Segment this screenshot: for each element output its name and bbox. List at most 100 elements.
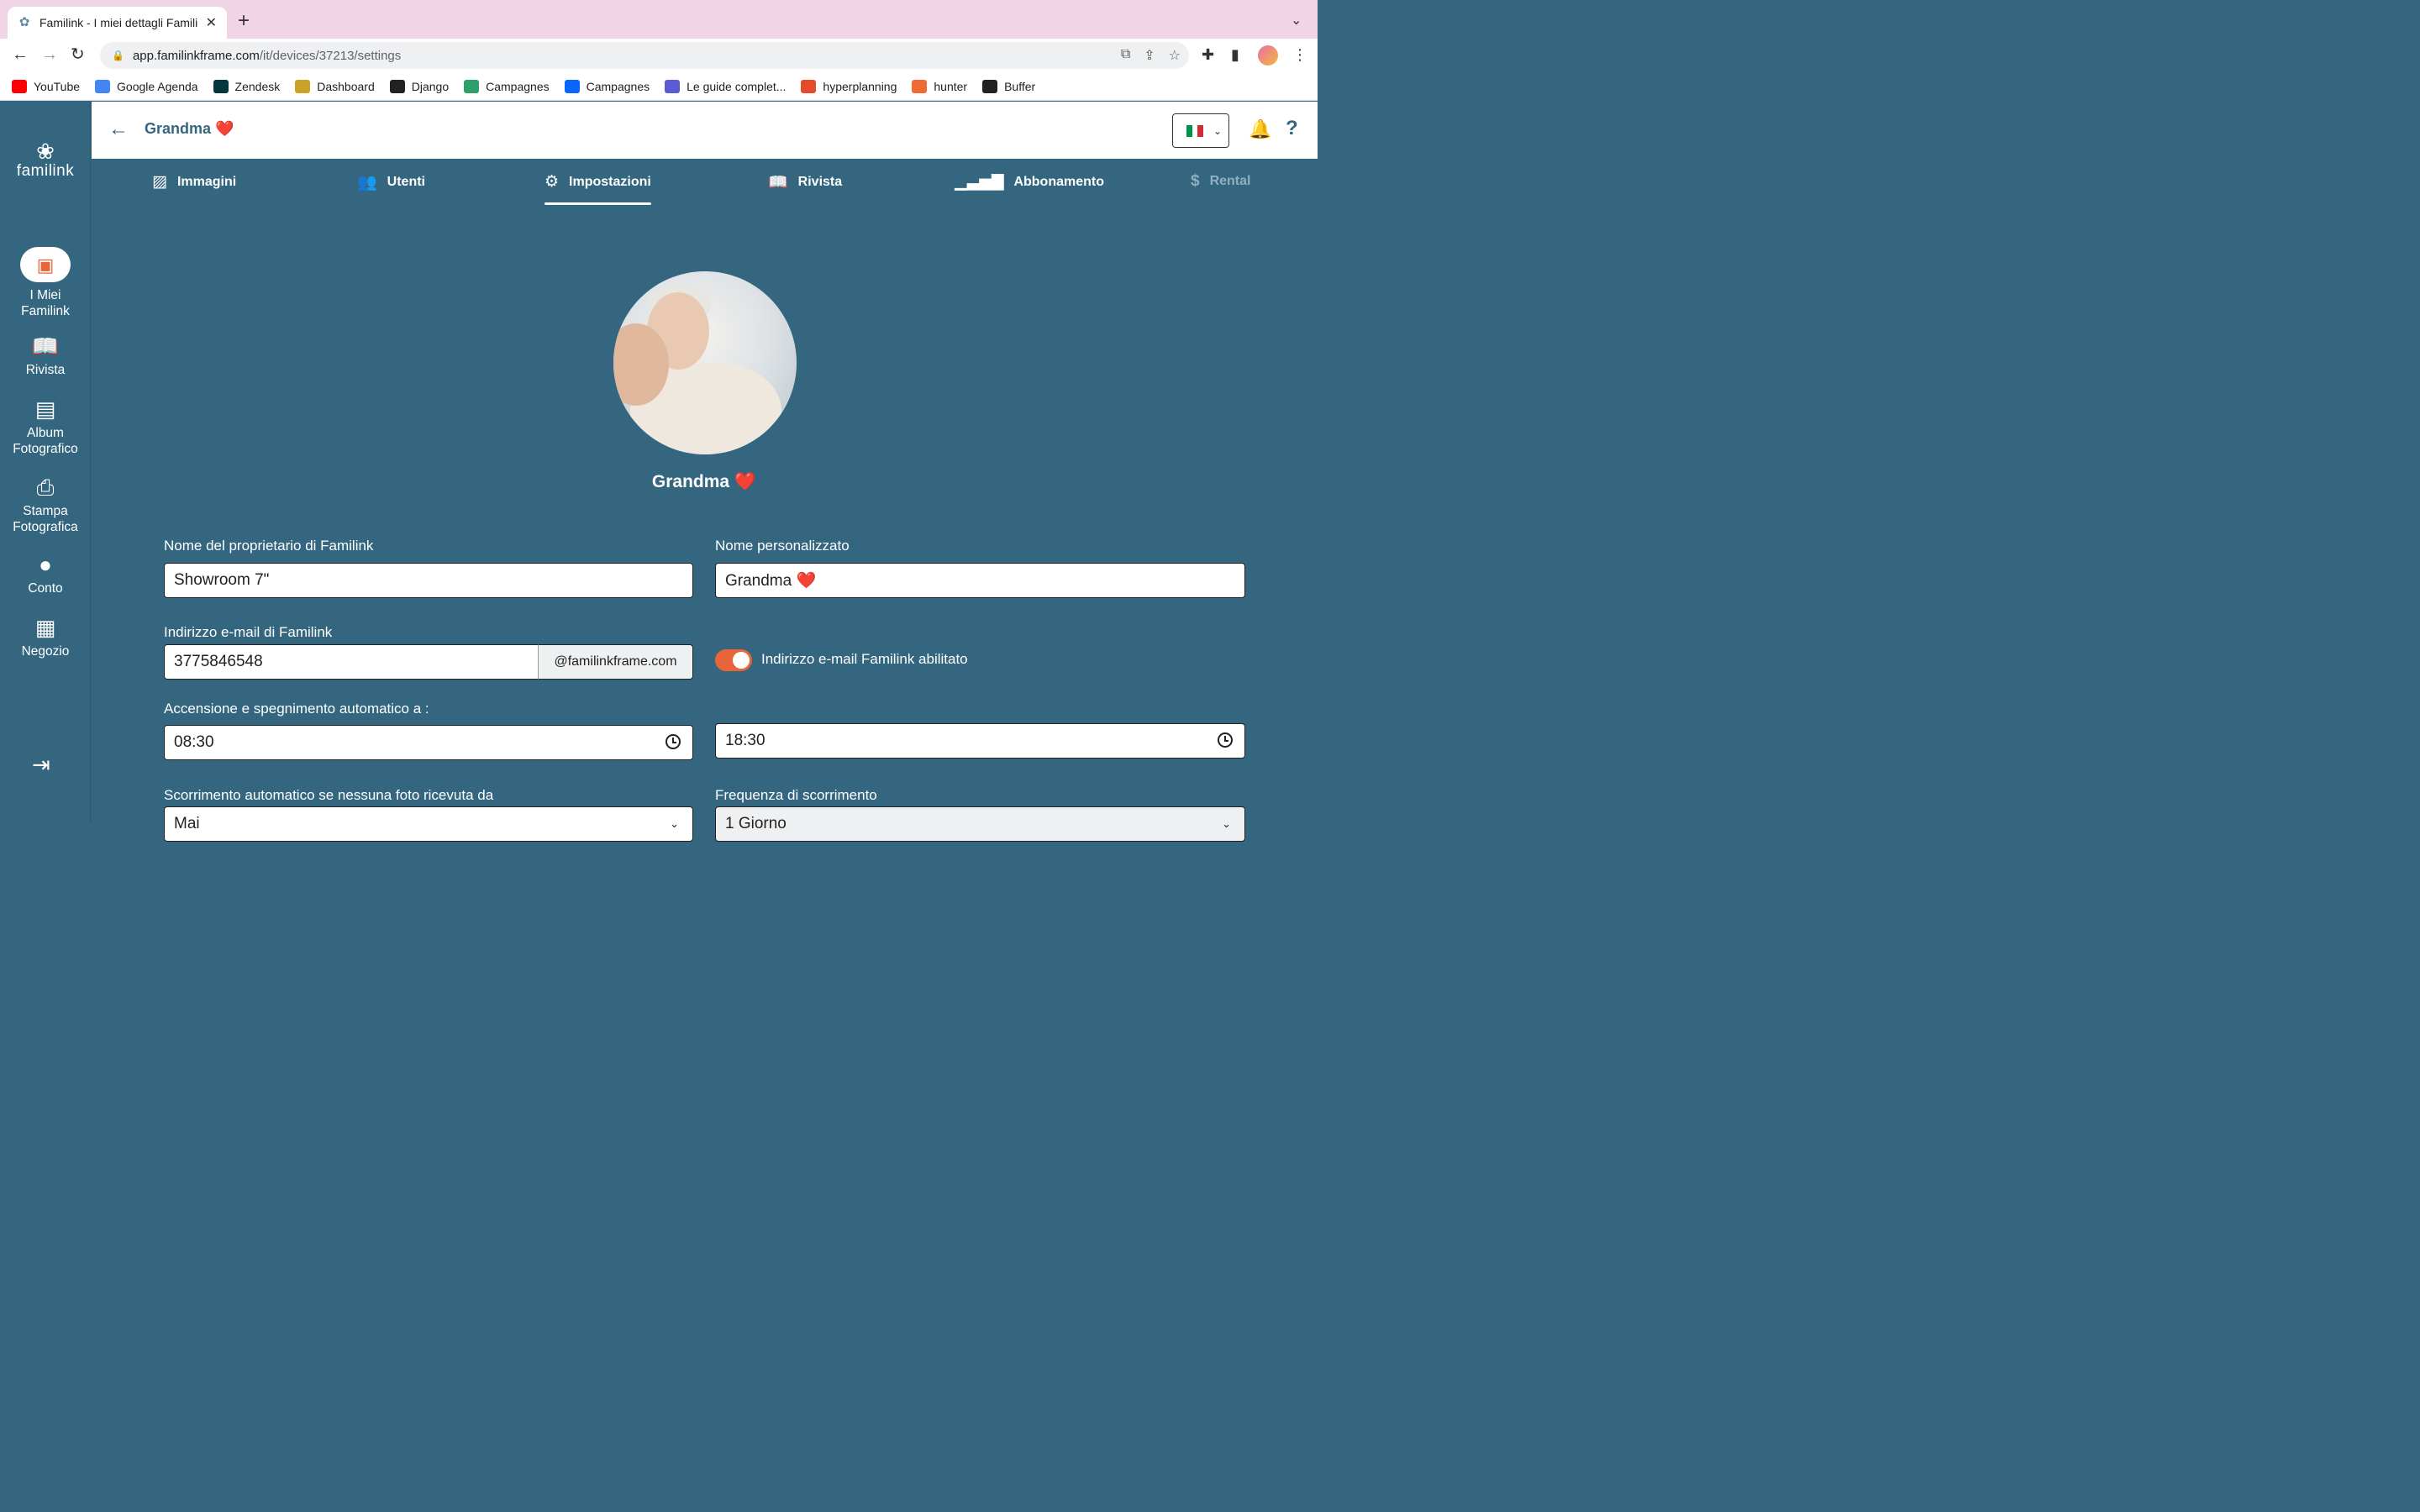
- bookmark-favicon-icon: [982, 79, 998, 93]
- album-icon: ▤: [34, 396, 56, 422]
- scroll-frequency-select[interactable]: 1 Giorno ⌄: [715, 806, 1245, 842]
- italy-flag-icon: [1186, 124, 1204, 137]
- image-icon: ▣: [20, 247, 71, 282]
- familink-logo[interactable]: ❀ familink: [0, 140, 91, 181]
- clock-icon[interactable]: [1218, 732, 1233, 748]
- users-icon: 👥: [357, 174, 377, 192]
- url-text: app.familinkframe.com/it/devices/37213/s…: [132, 48, 402, 63]
- bookmark-item[interactable]: hunter: [912, 79, 967, 93]
- bookmark-item[interactable]: Dashboard: [295, 79, 375, 93]
- star-icon[interactable]: ☆: [1169, 47, 1181, 64]
- profile-name: Grandma ❤️: [651, 472, 757, 491]
- tab-rivista[interactable]: 📖 Rivista: [768, 172, 842, 192]
- sidebar: ❀ familink ▣ I Miei Familink 📖 Rivista ▤…: [0, 102, 91, 823]
- familink-favicon-icon: ✿: [18, 15, 30, 29]
- browser-toolbar: ← → ↻ 🔒 app.familinkframe.com/it/devices…: [0, 39, 1318, 72]
- bookmark-favicon-icon: [464, 79, 480, 93]
- translate-icon[interactable]: ⧉: [1121, 47, 1130, 64]
- bookmark-favicon-icon: [389, 79, 405, 93]
- close-tab-icon[interactable]: ✕: [206, 14, 217, 31]
- language-select[interactable]: ⌄: [1172, 113, 1229, 148]
- tab-search-chevron-icon[interactable]: ⌄: [1291, 12, 1302, 29]
- sidebar-item-album[interactable]: ▤ Album Fotografico: [0, 396, 91, 457]
- custom-name-label: Nome personalizzato: [715, 538, 850, 554]
- sidebar-item-rivista[interactable]: 📖 Rivista: [0, 333, 91, 378]
- familink-logo-icon: ❀: [36, 139, 55, 164]
- book-icon: 📖: [768, 174, 788, 192]
- auto-onoff-label: Accensione e spegnimento automatico a :: [164, 701, 429, 717]
- tab-rental: $ Rental: [1191, 172, 1251, 190]
- page-header: ← Grandma ❤️ ⌄ 🔔 ?: [92, 102, 1318, 159]
- chevron-down-icon: ⌄: [1213, 124, 1223, 137]
- bookmark-item[interactable]: Le guide complet...: [665, 79, 786, 93]
- email-label: Indirizzo e-mail di Familink: [164, 624, 333, 640]
- bookmark-item[interactable]: YouTube: [12, 79, 80, 93]
- browser-tab[interactable]: ✿ Familink - I miei dettagli Famili ✕: [8, 7, 227, 39]
- bookmark-favicon-icon: [564, 79, 580, 93]
- bookmark-item[interactable]: Campagnes: [564, 79, 650, 93]
- chevron-down-icon: ⌄: [670, 817, 679, 830]
- sidebar-item-my-familink[interactable]: ▣ I Miei Familink: [0, 247, 91, 319]
- auto-off-time-input[interactable]: 18:30: [715, 723, 1245, 759]
- settings-tabs: ▨ Immagini 👥 Utenti ⚙ Impostazioni 📖 Riv…: [92, 159, 1318, 209]
- tab-immagini[interactable]: ▨ Immagini: [152, 172, 236, 192]
- email-domain-addon: @familinkframe.com: [538, 644, 693, 680]
- sidebar-item-negozio[interactable]: ▦ Negozio: [0, 615, 91, 659]
- scroll-frequency-label: Frequenza di scorrimento: [715, 787, 877, 803]
- bookmark-favicon-icon: [295, 79, 311, 93]
- custom-name-input[interactable]: Grandma ❤️: [715, 563, 1245, 598]
- menu-icon[interactable]: ⋮: [1292, 46, 1307, 64]
- forward-icon[interactable]: →: [41, 45, 58, 64]
- auto-on-time-input[interactable]: 08:30: [164, 725, 693, 760]
- bookmark-item[interactable]: Django: [389, 79, 449, 93]
- logout-icon[interactable]: ⇥: [32, 752, 50, 778]
- share-icon[interactable]: ⇪: [1144, 47, 1155, 64]
- page-title: Grandma ❤️: [145, 120, 234, 137]
- store-icon: ▦: [34, 615, 56, 640]
- side-panel-icon[interactable]: ▮: [1231, 46, 1239, 64]
- bell-icon[interactable]: 🔔: [1249, 118, 1271, 140]
- auto-scroll-label: Scorrimento automatico se nessuna foto r…: [164, 787, 494, 803]
- extensions-icon[interactable]: ✚: [1202, 46, 1214, 64]
- back-arrow-icon[interactable]: ←: [108, 118, 129, 140]
- owner-name-input[interactable]: Showroom 7": [164, 563, 693, 598]
- clock-icon[interactable]: [666, 734, 681, 749]
- book-open-icon: 📖: [31, 333, 60, 359]
- tab-abbonamento[interactable]: ▁▃▅▇ Abbonamento: [955, 172, 1104, 192]
- bookmarks-bar: YouTube Google Agenda Zendesk Dashboard Djan…: [0, 72, 1318, 101]
- lock-icon: 🔒: [112, 50, 124, 61]
- chevron-down-icon: ⌄: [1222, 817, 1231, 830]
- email-enabled-toggle[interactable]: [715, 649, 752, 671]
- back-icon[interactable]: ←: [12, 45, 29, 64]
- tab-impostazioni[interactable]: ⚙ Impostazioni: [544, 172, 651, 205]
- email-input[interactable]: 3775846548: [164, 644, 539, 680]
- images-icon: ▨: [152, 173, 167, 191]
- bookmark-item[interactable]: Zendesk: [213, 79, 280, 93]
- bookmark-item[interactable]: hyperplanning: [801, 79, 897, 93]
- owner-name-label: Nome del proprietario di Familink: [164, 538, 374, 554]
- bookmark-favicon-icon: [213, 79, 229, 93]
- sidebar-item-conto[interactable]: ● Conto: [0, 552, 91, 596]
- hand-dollar-icon: $: [1191, 172, 1200, 190]
- user-icon: ●: [39, 552, 52, 577]
- bookmark-favicon-icon: [95, 79, 111, 93]
- email-enabled-label: Indirizzo e-mail Familink abilitato: [761, 651, 968, 667]
- browser-tab-bar: ✿ Familink - I miei dettagli Famili ✕ + …: [0, 0, 1318, 39]
- new-tab-icon[interactable]: +: [238, 11, 250, 31]
- bookmark-favicon-icon: [665, 79, 681, 93]
- profile-photo[interactable]: [613, 271, 797, 454]
- tab-utenti[interactable]: 👥 Utenti: [357, 172, 425, 192]
- reload-icon[interactable]: ↻: [71, 45, 85, 64]
- bookmark-favicon-icon: [912, 79, 928, 93]
- address-bar[interactable]: 🔒 app.familinkframe.com/it/devices/37213…: [100, 42, 1189, 69]
- bookmark-item[interactable]: Campagnes: [464, 79, 550, 93]
- bookmark-item[interactable]: Google Agenda: [95, 79, 198, 93]
- help-icon[interactable]: ?: [1286, 117, 1298, 140]
- gear-icon: ⚙: [544, 173, 560, 191]
- profile-avatar[interactable]: [1258, 45, 1278, 66]
- browser-tab-title: Familink - I miei dettagli Famili: [39, 16, 198, 29]
- signal-icon: ▁▃▅▇: [955, 173, 1004, 191]
- bookmark-favicon-icon: [801, 79, 817, 93]
- bookmark-item[interactable]: Buffer: [982, 79, 1035, 93]
- auto-scroll-select[interactable]: Mai ⌄: [164, 806, 693, 842]
